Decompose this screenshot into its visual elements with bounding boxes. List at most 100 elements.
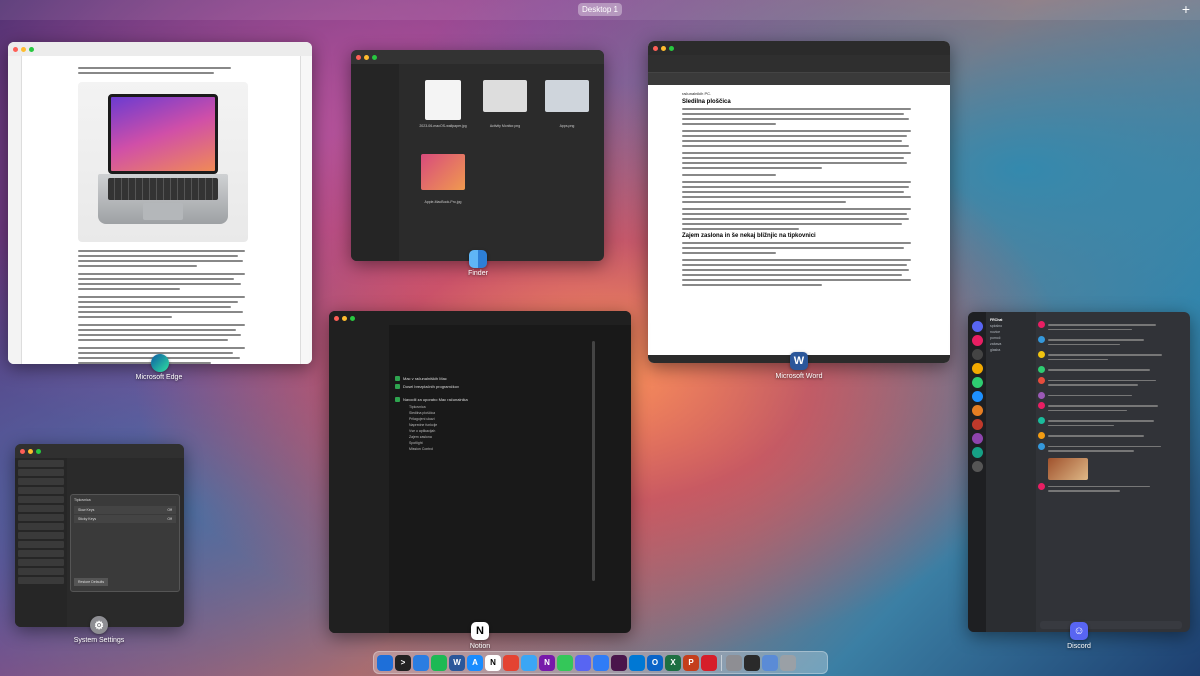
list-item: Spotlight bbox=[409, 441, 423, 445]
finder-sidebar bbox=[351, 64, 399, 261]
word-window[interactable]: računalnikih PC. Sledilna ploščica Zajem… bbox=[648, 41, 950, 363]
dock-slack-icon[interactable] bbox=[611, 654, 627, 671]
fullscreen-icon[interactable] bbox=[36, 448, 41, 454]
dock-todo-icon[interactable] bbox=[701, 654, 717, 671]
server-icon[interactable] bbox=[971, 461, 983, 472]
file-name: 2023-06-macOS-wallpaper.jpg bbox=[419, 124, 467, 128]
minimize-icon[interactable] bbox=[364, 54, 369, 60]
fullscreen-icon[interactable] bbox=[350, 315, 355, 321]
finder-window[interactable]: 2023-06-macOS-wallpaper.jpg Activity Mon… bbox=[351, 50, 604, 261]
add-space-button[interactable]: + bbox=[1182, 1, 1190, 17]
server-icon[interactable] bbox=[971, 391, 983, 402]
server-icon[interactable] bbox=[971, 335, 983, 346]
list-item: Napredne funkcije bbox=[409, 423, 438, 427]
settings-row[interactable]: Sticky Keys Off bbox=[74, 515, 176, 523]
discord-label: Discord bbox=[1067, 643, 1091, 650]
spaces-bar: Desktop 1 + bbox=[0, 0, 1200, 20]
server-icon[interactable] bbox=[971, 447, 983, 458]
dock-chrome-icon[interactable] bbox=[413, 654, 429, 671]
notion-window[interactable]: Mac v računalniških Mac Dosel brezplačni… bbox=[329, 311, 631, 633]
finder-label: Finder bbox=[468, 270, 488, 277]
file-thumbnail[interactable] bbox=[483, 80, 527, 112]
server-icon[interactable] bbox=[971, 363, 983, 374]
file-name: Apps.png bbox=[559, 124, 575, 128]
todo-item[interactable]: Navodil za uporabo Mac računalnika bbox=[395, 397, 591, 402]
server-icon[interactable] bbox=[971, 419, 983, 430]
close-icon[interactable] bbox=[13, 46, 18, 52]
channel-item[interactable]: splošno bbox=[990, 324, 1032, 328]
dock-discord-icon[interactable] bbox=[575, 654, 591, 671]
minimize-icon[interactable] bbox=[661, 45, 666, 51]
word-label: Microsoft Word bbox=[775, 373, 823, 380]
dock-mail-icon[interactable] bbox=[521, 654, 537, 671]
dock-trash-icon[interactable] bbox=[780, 654, 796, 671]
fullscreen-icon[interactable] bbox=[372, 54, 377, 60]
todo-item[interactable]: Mac v računalniških Mac bbox=[395, 376, 591, 381]
dock-systemsettings-icon[interactable] bbox=[726, 654, 742, 671]
dock-finder-icon[interactable] bbox=[377, 654, 393, 671]
dock-word-icon[interactable]: W bbox=[449, 654, 465, 671]
dock-powerpoint-icon[interactable]: P bbox=[683, 654, 699, 671]
server-icon[interactable] bbox=[971, 349, 983, 360]
channel-item[interactable]: glasba bbox=[990, 348, 1032, 352]
word-document-page[interactable]: računalnikih PC. Sledilna ploščica Zajem… bbox=[678, 87, 920, 353]
settings-label: System Settings bbox=[73, 637, 125, 644]
fullscreen-icon[interactable] bbox=[29, 46, 34, 52]
minimize-icon[interactable] bbox=[342, 315, 347, 321]
macbook-image bbox=[78, 82, 248, 242]
restore-defaults-button[interactable]: Restore Defaults bbox=[74, 578, 109, 586]
server-icon[interactable] bbox=[971, 321, 983, 332]
word-titlebar bbox=[648, 41, 950, 55]
close-icon[interactable] bbox=[356, 54, 361, 60]
channel-item[interactable]: novice bbox=[990, 330, 1032, 334]
checkbox-icon[interactable] bbox=[395, 384, 400, 389]
minimize-icon[interactable] bbox=[28, 448, 33, 454]
notion-scrollbar[interactable] bbox=[592, 341, 595, 581]
dock-notion-icon[interactable]: N bbox=[485, 654, 501, 671]
todo-item[interactable]: Dosel brezplačnih programčkov bbox=[395, 384, 591, 389]
dock-messages-icon[interactable] bbox=[557, 654, 573, 671]
dock-vscode-icon[interactable] bbox=[629, 654, 645, 671]
settings-row[interactable]: Slow Keys Off bbox=[74, 506, 176, 514]
minimize-icon[interactable] bbox=[21, 46, 26, 52]
dock-preview-icon[interactable] bbox=[762, 654, 778, 671]
close-icon[interactable] bbox=[334, 315, 339, 321]
channel-item[interactable]: pomoč bbox=[990, 336, 1032, 340]
list-item: Vse o aplikacijah bbox=[409, 429, 436, 433]
edge-window[interactable] bbox=[8, 42, 312, 364]
chat-image[interactable] bbox=[1048, 457, 1088, 480]
edge-tab-sidebar bbox=[8, 56, 22, 364]
dock-excel-icon[interactable]: X bbox=[665, 654, 681, 671]
edge-label: Microsoft Edge bbox=[135, 374, 183, 381]
close-icon[interactable] bbox=[20, 448, 25, 454]
notion-page[interactable]: Mac v računalniških Mac Dosel brezplačni… bbox=[395, 373, 591, 625]
checkbox-icon[interactable] bbox=[395, 376, 400, 381]
server-icon[interactable] bbox=[971, 377, 983, 388]
server-icon[interactable] bbox=[971, 405, 983, 416]
dock-todoist-icon[interactable] bbox=[503, 654, 519, 671]
channel-item[interactable]: zabava bbox=[990, 342, 1032, 346]
dock-terminal-icon[interactable]: > bbox=[395, 654, 411, 671]
dock-appstore-icon[interactable]: A bbox=[467, 654, 483, 671]
dock-messenger-icon[interactable] bbox=[593, 654, 609, 671]
word-icon: W bbox=[790, 352, 808, 370]
server-icon[interactable] bbox=[971, 433, 983, 444]
doc-heading: Zajem zaslona in še nekaj bližnjic na ti… bbox=[682, 233, 816, 239]
close-icon[interactable] bbox=[653, 45, 658, 51]
discord-window[interactable]: FRChat splošno novice pomoč zabava glasb… bbox=[968, 312, 1190, 632]
file-name: Activity Monitor.png bbox=[489, 124, 521, 128]
dock-onenote-icon[interactable]: N bbox=[539, 654, 555, 671]
dock-spotify-icon[interactable] bbox=[431, 654, 447, 671]
dock-activitymonitor-icon[interactable] bbox=[744, 654, 760, 671]
file-thumbnail[interactable] bbox=[425, 80, 461, 120]
settings-window[interactable]: Tipkovnica Slow Keys Off Sticky Keys Off R… bbox=[15, 444, 184, 627]
edge-icon bbox=[151, 354, 169, 372]
message-input[interactable] bbox=[1040, 621, 1182, 629]
checkbox-icon[interactable] bbox=[395, 397, 400, 402]
desktop-1-thumbnail[interactable]: Desktop 1 bbox=[578, 3, 622, 16]
file-thumbnail[interactable] bbox=[545, 80, 589, 112]
file-thumbnail[interactable] bbox=[421, 154, 465, 190]
dock-outlook-icon[interactable]: O bbox=[647, 654, 663, 671]
notion-label: Notion bbox=[469, 643, 491, 650]
fullscreen-icon[interactable] bbox=[669, 45, 674, 51]
